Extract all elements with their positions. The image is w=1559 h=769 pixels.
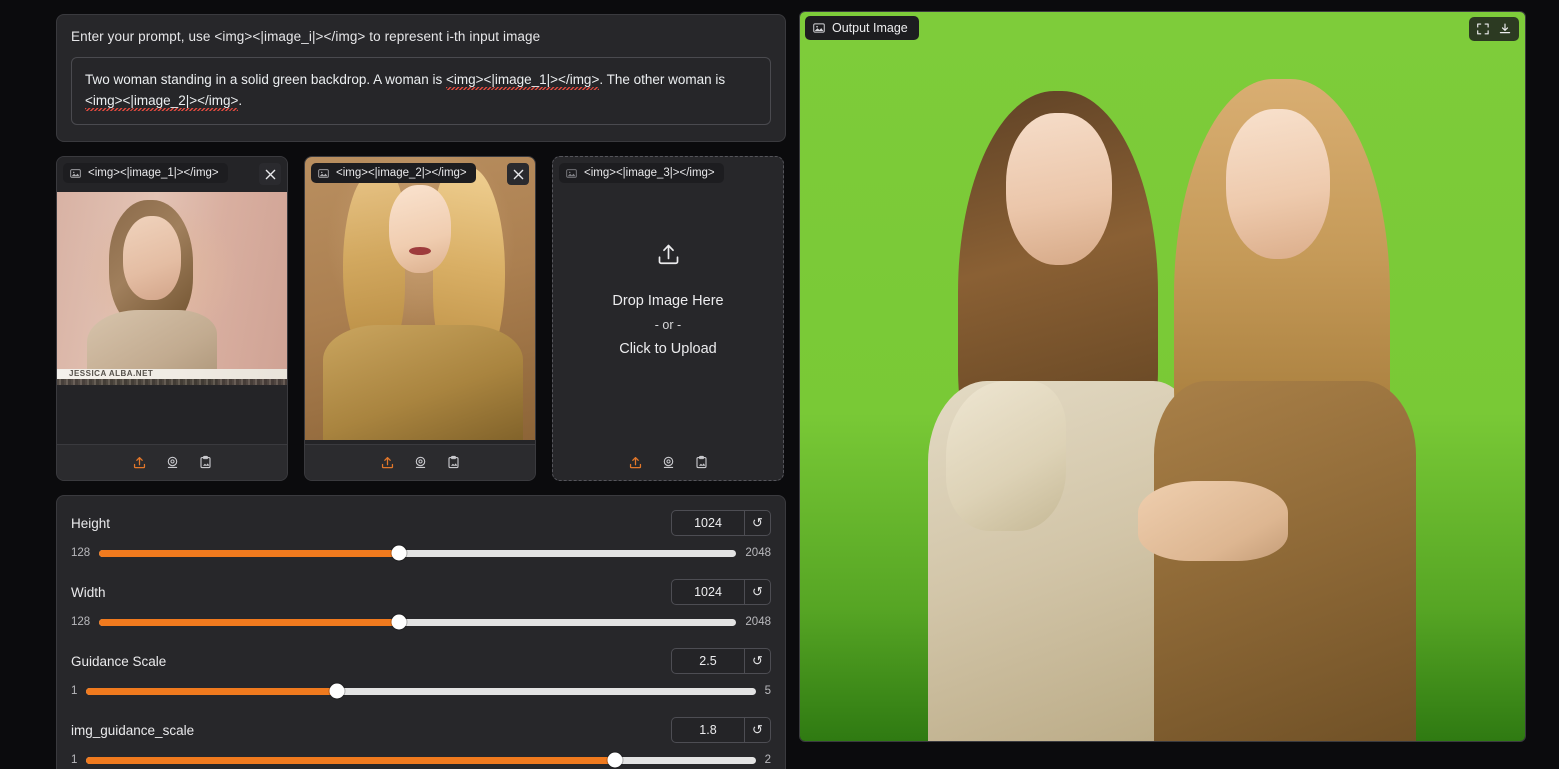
input-image-card-3[interactable]: <img><|image_3|></img> Drop Image Here -…: [552, 156, 784, 481]
slider-guidance-scale: Guidance Scale 2.5 ↺ 1 5: [71, 648, 771, 699]
prompt-segment-5: .: [238, 93, 243, 108]
upload-icon[interactable]: [628, 455, 643, 470]
input-image-close-1[interactable]: [259, 163, 281, 185]
webcam-icon[interactable]: [413, 455, 428, 470]
input-image-tab-label-1: <img><|image_1|></img>: [88, 167, 219, 179]
thumbnail-image-1: JESSICA ALBA.NET: [57, 192, 287, 385]
prompt-text: Two woman standing in a solid green back…: [85, 69, 757, 111]
prompt-input[interactable]: Two woman standing in a solid green back…: [71, 57, 771, 125]
input-image-tab-label-3: <img><|image_3|></img>: [584, 167, 715, 179]
slider-max-img-guidance-scale: 2: [764, 754, 771, 766]
reset-icon[interactable]: ↺: [744, 580, 770, 604]
slider-min-height: 128: [71, 547, 91, 559]
output-image-panel: Output Image: [799, 11, 1526, 742]
prompt-image-token-2: <img><|image_2|></img>: [85, 93, 239, 108]
parameters-panel: Height 1024 ↺ 128 2048 Width 1024 ↺ 128 …: [56, 495, 786, 769]
input-image-tab-3: <img><|image_3|></img>: [559, 163, 724, 183]
reset-icon[interactable]: ↺: [744, 511, 770, 535]
close-icon: [513, 169, 523, 179]
output-image-tab: Output Image: [805, 16, 919, 40]
slider-label-img-guidance-scale: img_guidance_scale: [71, 722, 195, 738]
left-column: Enter your prompt, use <img><|image_i|><…: [56, 14, 786, 769]
slider-fill-width: [99, 618, 399, 626]
number-value-width[interactable]: 1024: [672, 580, 744, 604]
fullscreen-icon[interactable]: [1474, 20, 1492, 38]
slider-thumb-width[interactable]: [391, 614, 407, 630]
slider-fill-img-guidance-scale: [86, 756, 616, 764]
image-icon: [70, 168, 81, 178]
slider-fill-guidance-scale: [86, 687, 338, 695]
dropzone-line-3: Click to Upload: [619, 340, 717, 357]
reset-icon[interactable]: ↺: [744, 649, 770, 673]
input-image-toolbar-2: [305, 444, 535, 480]
prompt-image-token-1: <img><|image_1|></img>: [445, 72, 600, 87]
close-icon: [265, 169, 275, 179]
image-icon: [813, 23, 825, 33]
output-image-actions: [1469, 17, 1519, 41]
input-image-tab-2: <img><|image_2|></img>: [311, 163, 476, 183]
input-image-preview-1: JESSICA ALBA.NET: [57, 157, 287, 444]
input-image-toolbar-3: [553, 444, 783, 480]
input-image-row: <img><|image_1|></img> JESSICA ALBA.NET: [56, 156, 786, 481]
input-image-card-2[interactable]: <img><|image_2|></img>: [304, 156, 536, 481]
input-image-preview-2: [305, 157, 535, 444]
output-figure-right: [1130, 51, 1430, 741]
slider-label-width: Width: [71, 584, 106, 600]
input-image-tab-1: <img><|image_1|></img>: [63, 163, 228, 183]
prompt-panel: Enter your prompt, use <img><|image_i|><…: [56, 14, 786, 142]
number-value-height[interactable]: 1024: [672, 511, 744, 535]
slider-max-height: 2048: [745, 547, 771, 559]
slider-track-guidance-scale[interactable]: [86, 683, 756, 699]
slider-thumb-img-guidance-scale[interactable]: [607, 752, 623, 768]
slider-thumb-height[interactable]: [391, 545, 407, 561]
input-image-card-1[interactable]: <img><|image_1|></img> JESSICA ALBA.NET: [56, 156, 288, 481]
paste-icon[interactable]: [198, 455, 213, 470]
output-image-tab-label: Output Image: [832, 21, 908, 35]
dropzone-line-1: Drop Image Here: [612, 292, 724, 309]
slider-label-height: Height: [71, 515, 111, 531]
slider-track-img-guidance-scale[interactable]: [86, 752, 756, 768]
slider-min-width: 128: [71, 616, 91, 628]
slider-max-width: 2048: [745, 616, 771, 628]
slider-height: Height 1024 ↺ 128 2048: [71, 510, 771, 561]
slider-width: Width 1024 ↺ 128 2048: [71, 579, 771, 630]
webcam-icon[interactable]: [165, 455, 180, 470]
slider-fill-height: [99, 549, 399, 557]
number-field-width[interactable]: 1024 ↺: [671, 579, 771, 605]
number-field-guidance-scale[interactable]: 2.5 ↺: [671, 648, 771, 674]
number-field-img-guidance-scale[interactable]: 1.8 ↺: [671, 717, 771, 743]
output-image: [800, 12, 1525, 741]
app-root: Enter your prompt, use <img><|image_i|><…: [0, 0, 1559, 769]
webcam-icon[interactable]: [661, 455, 676, 470]
number-value-img-guidance-scale[interactable]: 1.8: [672, 718, 744, 742]
input-image-tab-label-2: <img><|image_2|></img>: [336, 167, 467, 179]
thumbnail-image-2: [305, 157, 535, 440]
upload-icon[interactable]: [380, 455, 395, 470]
slider-min-img-guidance-scale: 1: [71, 754, 78, 766]
prompt-label: Enter your prompt, use <img><|image_i|><…: [71, 29, 541, 44]
paste-icon[interactable]: [446, 455, 461, 470]
slider-label-guidance-scale: Guidance Scale: [71, 653, 167, 669]
slider-thumb-guidance-scale[interactable]: [329, 683, 345, 699]
input-image-close-2[interactable]: [507, 163, 529, 185]
upload-icon[interactable]: [132, 455, 147, 470]
prompt-segment-3: . The other woman is: [599, 72, 726, 87]
upload-icon: [655, 241, 682, 273]
image-icon: [566, 168, 577, 178]
slider-track-height[interactable]: [99, 545, 737, 561]
slider-max-guidance-scale: 5: [764, 685, 771, 697]
number-value-guidance-scale[interactable]: 2.5: [672, 649, 744, 673]
dropzone-3[interactable]: Drop Image Here - or - Click to Upload: [553, 157, 783, 444]
input-image-toolbar-1: [57, 444, 287, 480]
slider-track-width[interactable]: [99, 614, 737, 630]
reset-icon[interactable]: ↺: [744, 718, 770, 742]
number-field-height[interactable]: 1024 ↺: [671, 510, 771, 536]
slider-img-guidance-scale: img_guidance_scale 1.8 ↺ 1 2: [71, 717, 771, 768]
paste-icon[interactable]: [694, 455, 709, 470]
dropzone-line-2: - or -: [654, 317, 682, 332]
prompt-segment-1: Two woman standing in a solid green back…: [85, 72, 446, 87]
slider-min-guidance-scale: 1: [71, 685, 78, 697]
download-icon[interactable]: [1496, 20, 1514, 38]
image-icon: [318, 168, 329, 178]
